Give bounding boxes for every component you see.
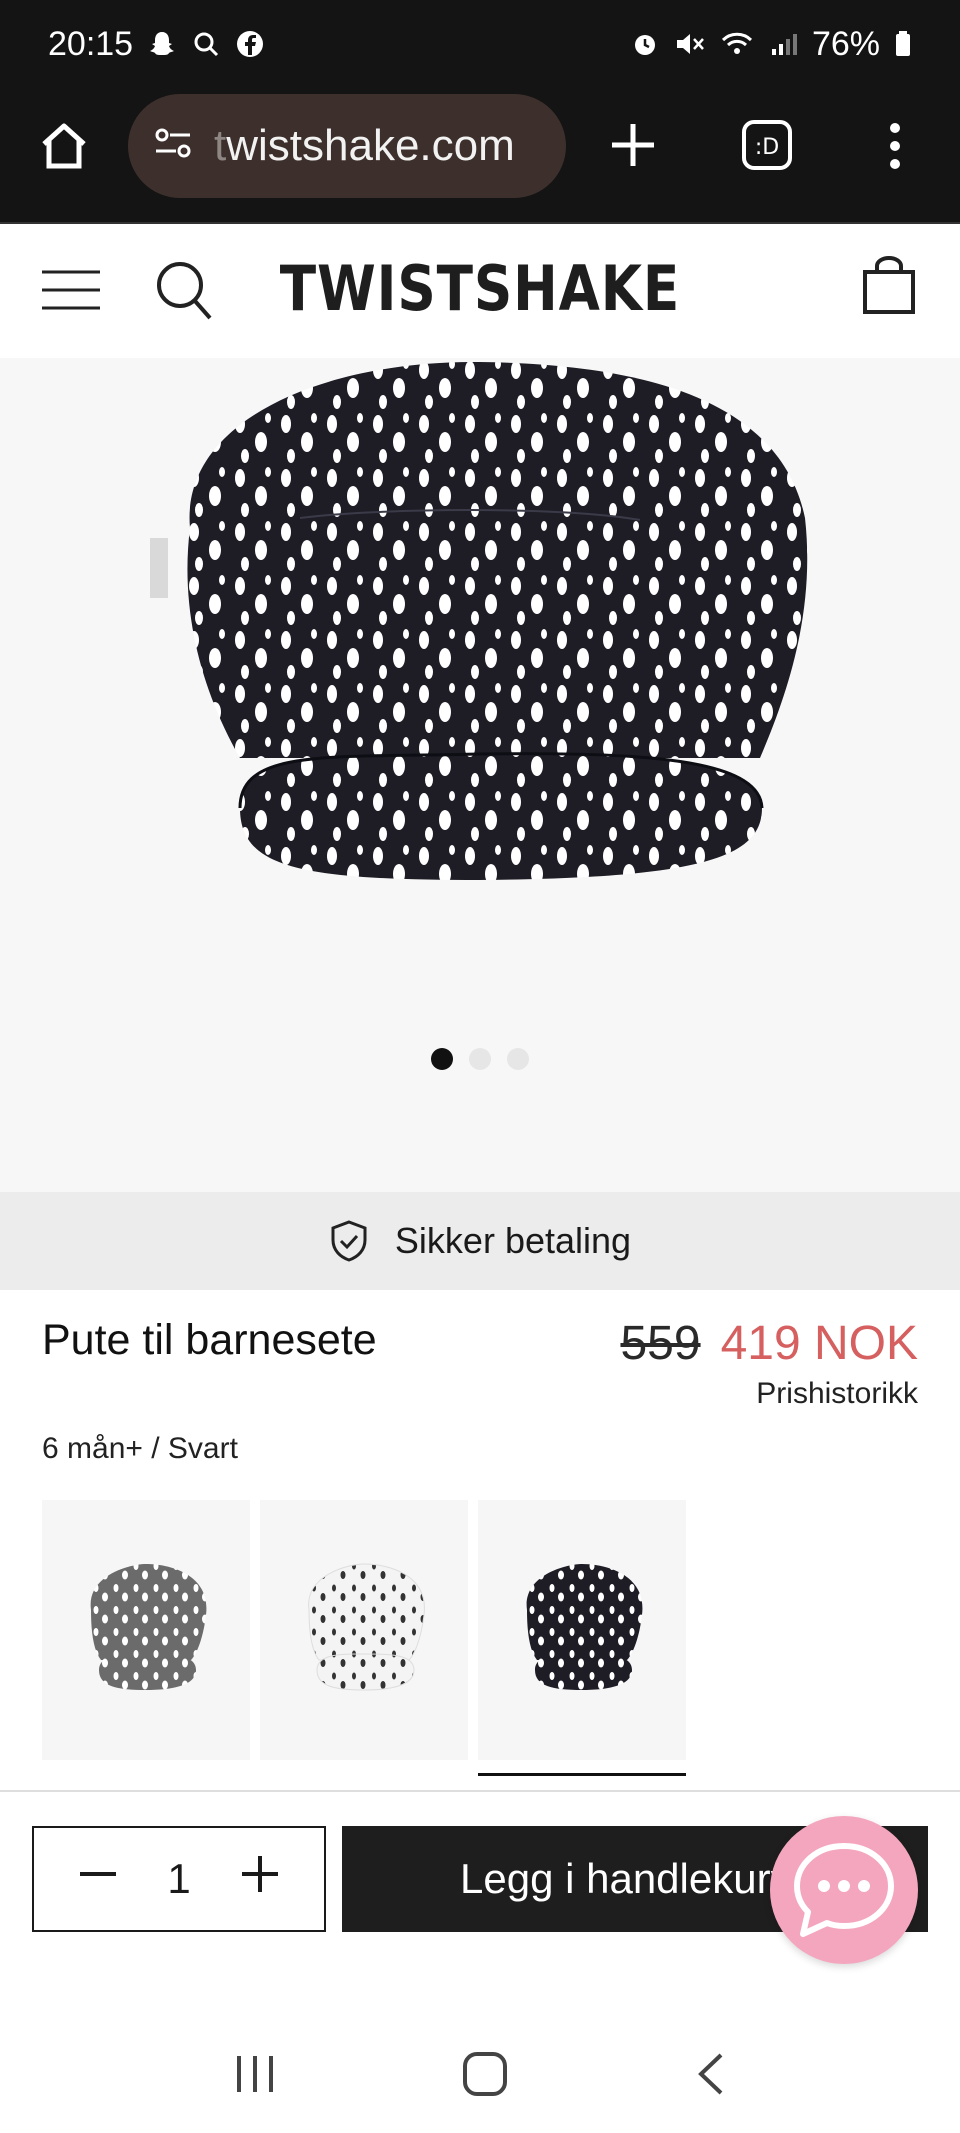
snapchat-icon: [147, 29, 177, 59]
swatch-thumbnail: [308, 1563, 425, 1691]
new-tab-button[interactable]: [608, 120, 658, 175]
site-header: TWISTSHAKE: [0, 222, 960, 358]
back-chevron-icon: [698, 2053, 723, 2095]
signal-icon: [768, 29, 798, 59]
carousel-dot[interactable]: [507, 1048, 529, 1070]
swatch-black[interactable]: [478, 1500, 686, 1776]
swatch-thumbnail: [526, 1564, 643, 1690]
price-history-link[interactable]: Prishistorikk: [620, 1377, 918, 1411]
svg-text::D: :D: [755, 135, 779, 160]
secure-payment-label: Sikker betaling: [394, 1220, 632, 1261]
price-block: 559 419 NOK Prishistorikk: [620, 1316, 918, 1411]
recent-apps-button[interactable]: [233, 2052, 277, 2101]
home-circle-icon: [462, 2052, 507, 2096]
add-to-cart-label: Legg i handlekurv: [460, 1855, 792, 1902]
shield-check-icon: [331, 1220, 367, 1262]
mute-icon: [674, 29, 706, 59]
decrease-quantity-button[interactable]: [78, 1854, 118, 1904]
browser-menu-button[interactable]: [880, 120, 910, 177]
product-image-carousel[interactable]: [0, 358, 960, 1192]
url-text: twistshake.com: [214, 121, 515, 171]
battery-icon: [894, 29, 912, 59]
minus-icon: [80, 1872, 116, 1876]
chat-button[interactable]: [770, 1816, 918, 1964]
variant-label: 6 mån+ / Svart: [42, 1432, 238, 1465]
chat-bubble-icon: [794, 1843, 894, 1937]
product-title: Pute til barnesete: [42, 1316, 377, 1364]
plus-icon: [241, 1856, 278, 1892]
search-icon: [191, 29, 221, 59]
more-vertical-icon: [890, 123, 900, 169]
cart-button[interactable]: [862, 254, 916, 321]
divider: [0, 1790, 960, 1792]
facebook-icon: [235, 29, 265, 59]
tabs-button[interactable]: :D: [740, 118, 794, 177]
shopping-bag-icon: [863, 256, 915, 314]
system-navigation-bar: [0, 2020, 960, 2133]
swatch-thumbnail: [90, 1564, 207, 1690]
quantity-stepper: 1: [32, 1826, 326, 1932]
old-price: 559: [620, 1317, 701, 1370]
recent-apps-icon: [236, 2056, 273, 2092]
alarm-icon: [630, 29, 660, 59]
tab-switcher-icon: :D: [742, 120, 792, 170]
current-price: 419 NOK: [720, 1317, 918, 1370]
plus-icon: [612, 124, 654, 166]
battery-level: 76%: [811, 24, 880, 63]
status-time: 20:15: [48, 24, 134, 63]
back-button[interactable]: [693, 2051, 727, 2102]
secure-payment-banner: Sikker betaling: [0, 1192, 960, 1290]
wifi-icon: [720, 29, 754, 59]
color-swatches: [42, 1500, 686, 1776]
home-nav-button[interactable]: [462, 2051, 508, 2102]
product-image: [150, 361, 808, 880]
carousel-dot[interactable]: [469, 1048, 491, 1070]
quantity-value[interactable]: 1: [167, 1855, 190, 1903]
site-settings-icon[interactable]: [150, 121, 196, 172]
address-bar[interactable]: twistshake.com: [128, 94, 566, 198]
home-icon: [42, 123, 86, 169]
status-bar: 20:15 76%: [0, 0, 960, 88]
home-button[interactable]: [36, 118, 92, 179]
url-domain: wistshake.com: [226, 121, 515, 170]
carousel-dot[interactable]: [431, 1048, 453, 1070]
carousel-indicators: [0, 1048, 960, 1070]
swatch-grey[interactable]: [42, 1500, 250, 1760]
swatch-white[interactable]: [260, 1500, 468, 1760]
increase-quantity-button[interactable]: [240, 1854, 280, 1904]
url-prefix: t: [214, 121, 227, 170]
site-logo[interactable]: TWISTSHAKE: [67, 252, 893, 325]
